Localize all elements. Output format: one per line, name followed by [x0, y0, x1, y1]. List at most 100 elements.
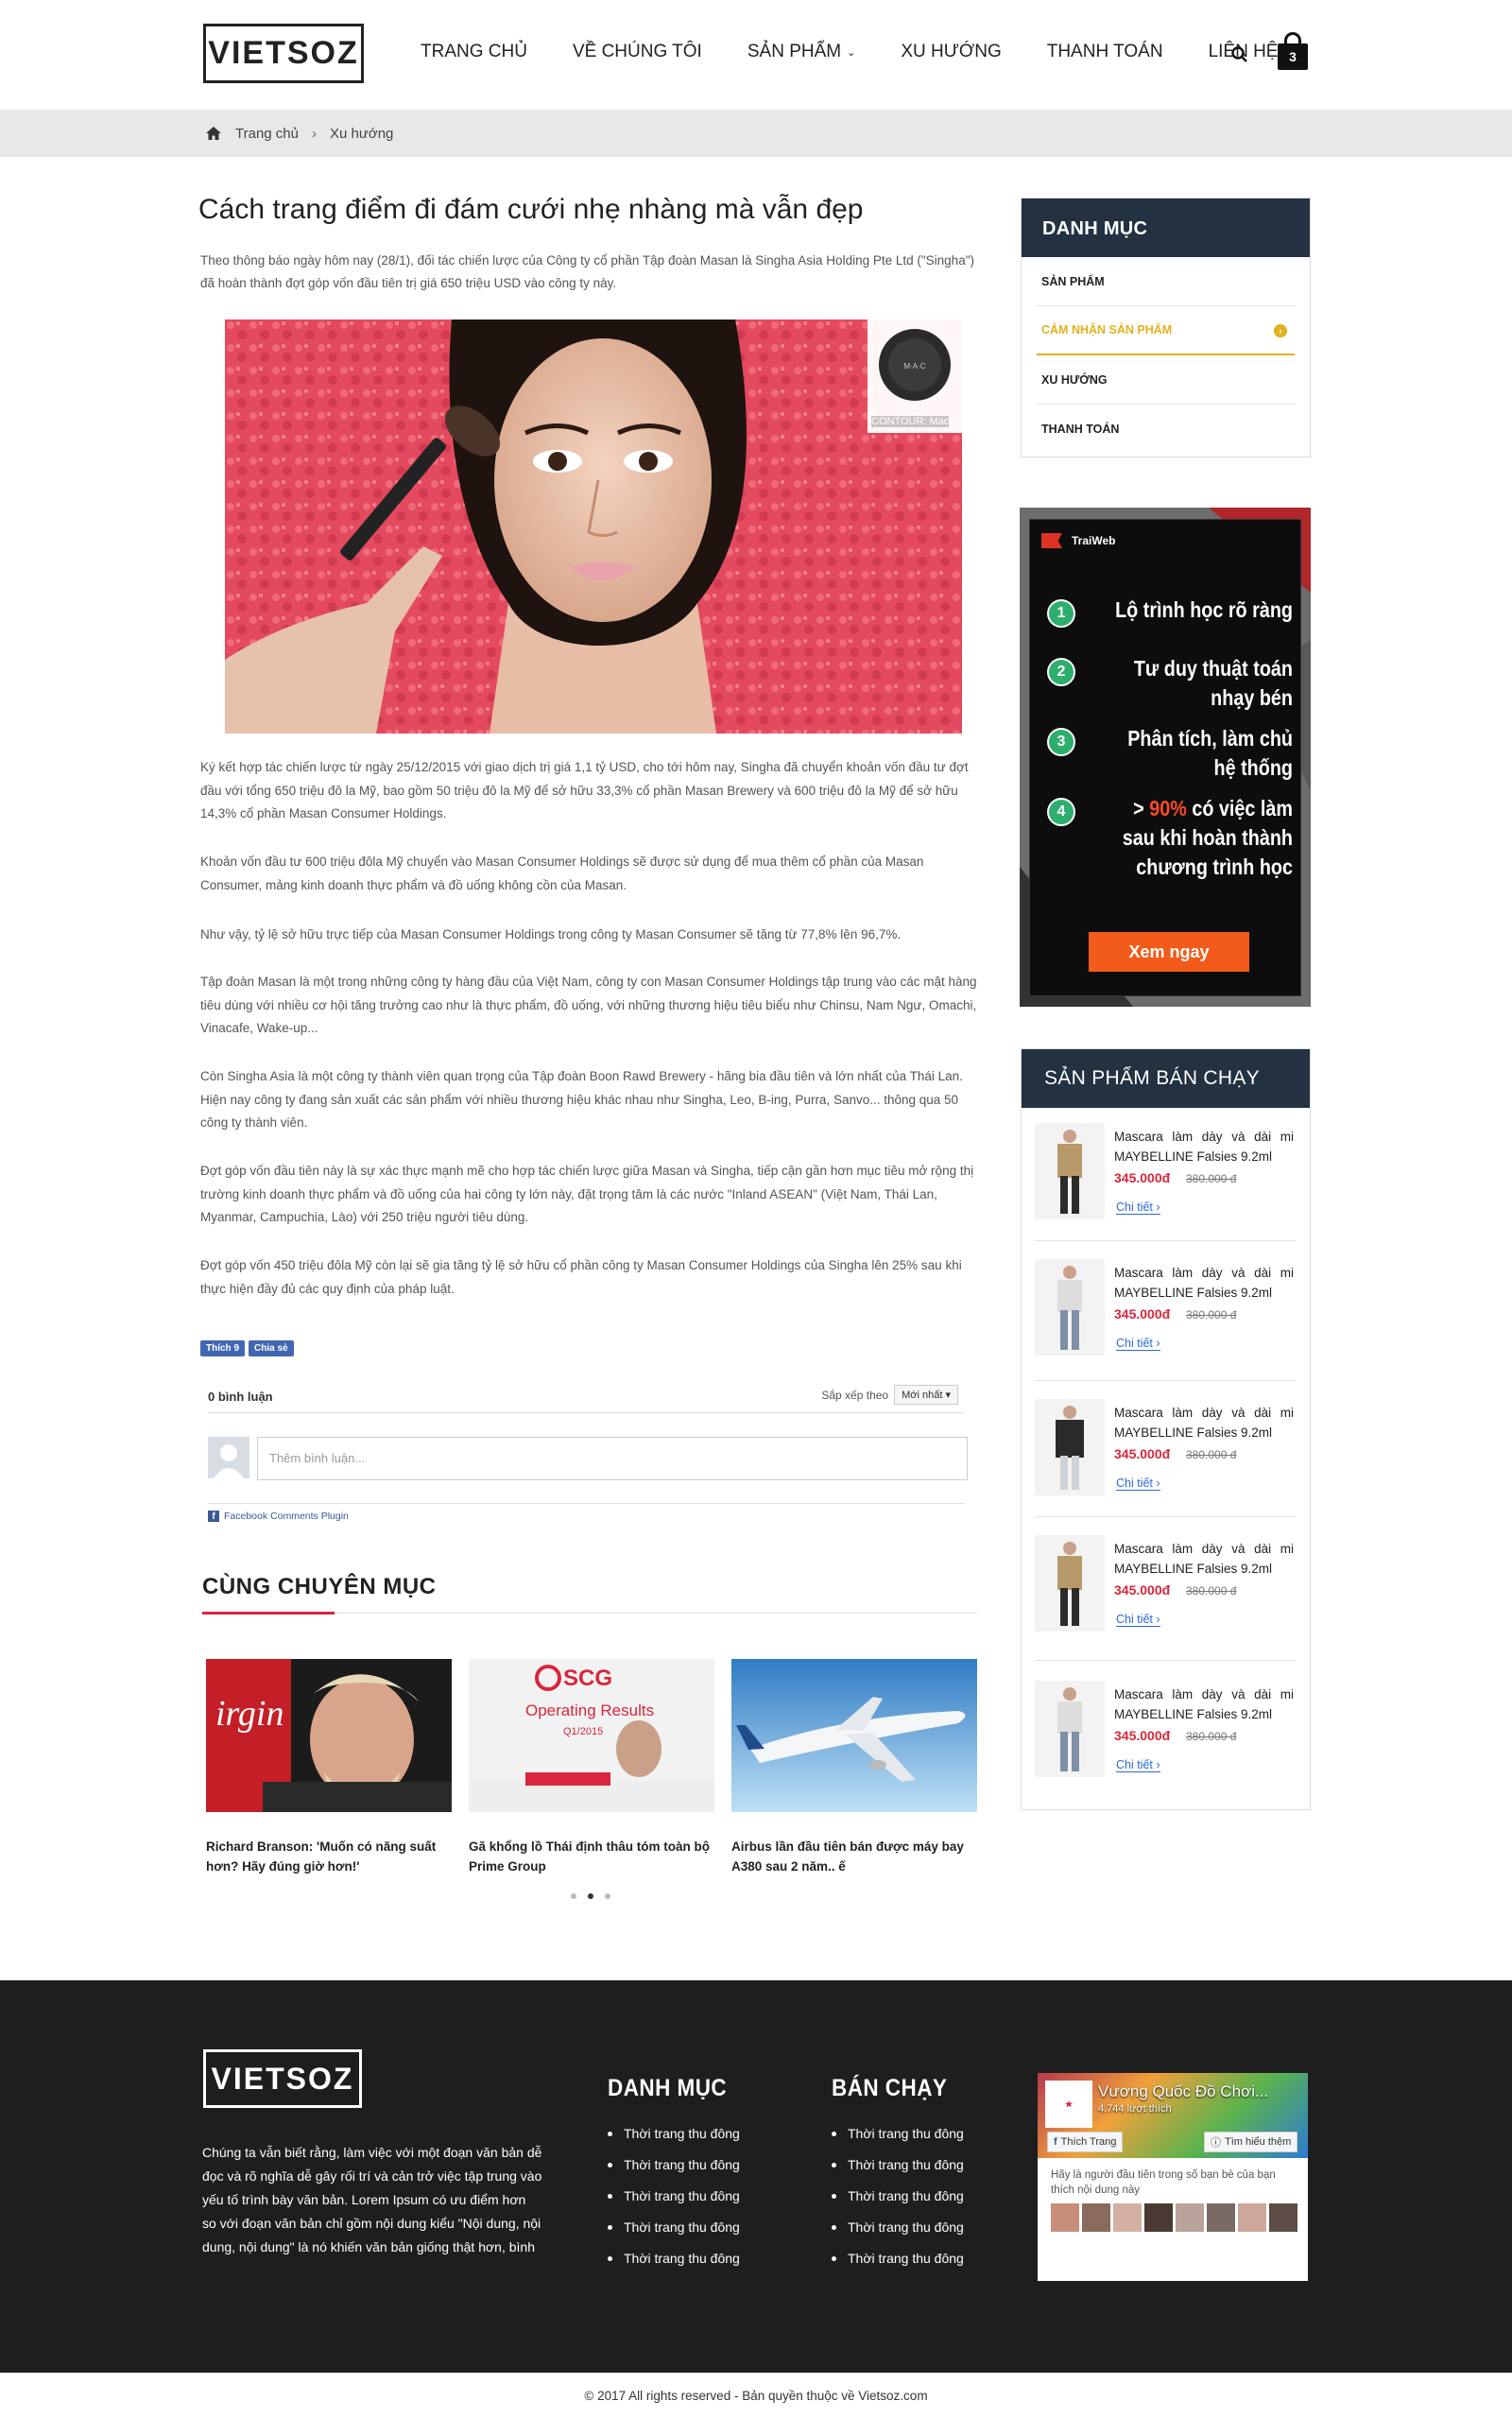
- product-name: Mascara làm dày và dài mi MAYBELLINE Fal…: [1114, 1130, 1294, 1164]
- related-card-image: SCG Operating Results Q1/2015: [469, 1659, 714, 1812]
- info-icon: ⓘ: [1211, 2137, 1221, 2149]
- product-detail-label: Chi tiết: [1116, 1477, 1153, 1490]
- ad-point-number: 4: [1047, 798, 1075, 826]
- ad-point-number: 2: [1047, 658, 1075, 686]
- ad-point-text: Lộ trình học rõ ràng: [1115, 597, 1293, 622]
- chevron-right-icon: ›: [1156, 1200, 1160, 1214]
- fb-page-name[interactable]: Vương Quốc Đồ Chơi...: [1098, 2082, 1268, 2101]
- related-card-title: Gã khổng lồ Thái định thâu tóm toàn bộ P…: [469, 1839, 710, 1874]
- carousel-dot[interactable]: [571, 1893, 576, 1899]
- site-logo[interactable]: VIETSOZ: [203, 24, 364, 83]
- fb-like-page-button[interactable]: f Thích Trang: [1047, 2132, 1124, 2152]
- facebook-icon: f: [1054, 2136, 1057, 2148]
- footer-link[interactable]: Thời trang thu đông: [832, 2188, 964, 2203]
- ad-cta-button[interactable]: Xem ngay: [1089, 932, 1249, 972]
- footer-link[interactable]: Thời trang thu đông: [832, 2157, 964, 2172]
- category-item-reviews[interactable]: CẢM NHẬN SẢN PHẨM ›: [1037, 306, 1295, 355]
- carousel-dot[interactable]: [605, 1893, 610, 1899]
- article-paragraph: Còn Singha Asia là một công ty thành viê…: [200, 1069, 963, 1130]
- footer-bestseller-column: BÁN CHẠY Thời trang thu đông Thời trang …: [832, 2075, 964, 2282]
- fb-like-button[interactable]: Thích 9: [200, 1340, 246, 1356]
- fb-learn-more-button[interactable]: ⓘ Tìm hiểu thêm: [1204, 2132, 1298, 2152]
- article-paragraph: Như vậy, tỷ lệ sở hữu trực tiếp của Masa…: [200, 927, 902, 941]
- footer-link[interactable]: Thời trang thu đông: [608, 2157, 740, 2172]
- carousel-dot-active[interactable]: [588, 1893, 593, 1899]
- fb-widget-text: Hãy là người đầu tiên trong số bạn bè củ…: [1051, 2169, 1276, 2196]
- fb-friend-faces: [1051, 2203, 1297, 2232]
- product-price: 345.000đ: [1114, 1306, 1171, 1321]
- footer-logo[interactable]: VIETSOZ: [203, 2049, 362, 2108]
- footer-link[interactable]: Thời trang thu đông: [608, 2219, 740, 2235]
- product-name: Mascara làm dày và dài mi MAYBELLINE Fal…: [1114, 1687, 1294, 1721]
- site-footer: VIETSOZ Chúng ta vẫn biết rằng, làm việc…: [0, 1980, 1512, 2373]
- copyright-text: © 2017 All rights reserved - Bản quyền t…: [584, 2388, 928, 2403]
- product-detail-link[interactable]: Chi tiết ›: [1116, 1613, 1160, 1627]
- category-widget-title: DANH MỤC: [1022, 199, 1310, 257]
- article-title: Cách trang điểm đi đám cưới nhẹ nhàng mà…: [198, 194, 864, 225]
- related-card-title: Richard Branson: 'Muốn có năng suất hơn?…: [206, 1839, 437, 1874]
- product-detail-label: Chi tiết: [1116, 1613, 1153, 1626]
- related-section-title: CÙNG CHUYÊN MỤC: [202, 1574, 437, 1599]
- product-detail-link[interactable]: Chi tiết ›: [1116, 1758, 1160, 1772]
- category-item-payment[interactable]: THANH TOÁN: [1037, 405, 1295, 454]
- footer-category-column: DANH MỤC Thời trang thu đông Thời trang …: [608, 2075, 740, 2282]
- footer-about-text: Chúng ta vẫn biết rằng, làm việc với một…: [202, 2145, 542, 2254]
- search-icon[interactable]: [1230, 45, 1249, 64]
- nav-item-payment[interactable]: THANH TOÁN: [1047, 42, 1163, 62]
- product-old-price: 380.000 đ: [1186, 1448, 1237, 1461]
- related-card[interactable]: SCG Operating Results Q1/2015 Gã khổng l…: [469, 1659, 714, 1876]
- product-image: [1035, 1681, 1105, 1777]
- category-item-trends[interactable]: XU HƯỚNG: [1037, 355, 1295, 405]
- divider: [1035, 1240, 1296, 1241]
- breadcrumb-current: Xu hướng: [329, 125, 394, 142]
- nav-label: XU HƯỚNG: [901, 42, 1002, 61]
- cart-count-badge: 3: [1278, 43, 1308, 70]
- ad-banner[interactable]: TraiWeb 1 Lộ trình học rõ ràng 2 Tư duy …: [1020, 508, 1311, 1007]
- cart-button[interactable]: 3: [1278, 32, 1308, 70]
- fb-learn-more-label: Tìm hiểu thêm: [1225, 2136, 1292, 2148]
- sort-select[interactable]: Mới nhất ▾: [894, 1385, 958, 1405]
- product-price: 345.000đ: [1114, 1728, 1171, 1743]
- footer-link[interactable]: Thời trang thu đông: [608, 2126, 740, 2141]
- category-label: THANH TOÁN: [1041, 423, 1120, 436]
- title-accent-bar: [202, 1612, 335, 1615]
- article-paragraph: Tập đoàn Masan là một trong những công t…: [200, 975, 977, 1035]
- avatar: [1176, 2203, 1204, 2232]
- breadcrumb-home-link[interactable]: Trang chủ: [235, 126, 299, 142]
- home-icon: [206, 127, 221, 140]
- product-detail-link[interactable]: Chi tiết ›: [1116, 1200, 1160, 1215]
- best-sellers-title: SẢN PHẨM BÁN CHẠY: [1022, 1049, 1310, 1108]
- main-nav: TRANG CHỦ VỀ CHÚNG TÔI SẢN PHẨM ⌄ XU HƯỚN…: [421, 42, 1323, 62]
- article-paragraph: Ký kết hợp tác chiến lược từ ngày 25/12/…: [200, 760, 969, 820]
- avatar: [208, 1437, 249, 1478]
- comments-plugin-link[interactable]: f Facebook Comments Plugin: [208, 1511, 349, 1522]
- category-item-products[interactable]: SẢN PHẨM: [1037, 257, 1295, 306]
- nav-item-trends[interactable]: XU HƯỚNG: [901, 42, 1001, 62]
- related-card[interactable]: irgin Richard Branson: 'Muốn có năng suấ…: [206, 1659, 452, 1876]
- product-detail-link[interactable]: Chi tiết ›: [1116, 1477, 1160, 1491]
- ad-point-text: Phân tích, làm chủ hệ thống: [1127, 726, 1293, 780]
- product-detail-link[interactable]: Chi tiết ›: [1116, 1337, 1160, 1351]
- nav-item-about[interactable]: VỀ CHÚNG TÔI: [573, 42, 702, 62]
- related-card-title: Airbus lần đầu tiên bán được máy bay A38…: [731, 1839, 964, 1874]
- best-sellers-widget: SẢN PHẨM BÁN CHẠY Mascara làm dày và dài…: [1021, 1048, 1311, 1810]
- comment-count: 0 bình luận: [208, 1390, 273, 1404]
- nav-item-home[interactable]: TRANG CHỦ: [421, 42, 527, 62]
- footer-link[interactable]: Thời trang thu đông: [608, 2188, 740, 2203]
- fb-share-button[interactable]: Chia sẻ: [249, 1340, 294, 1356]
- ad-point: 1 Lộ trình học rõ ràng: [1047, 596, 1293, 628]
- nav-item-products[interactable]: SẢN PHẨM ⌄: [747, 42, 855, 62]
- footer-link[interactable]: Thời trang thu đông: [832, 2251, 964, 2266]
- page: VIETSOZ TRANG CHỦ VỀ CHÚNG TÔI SẢN PHẨM ⌄…: [0, 0, 1512, 2418]
- svg-text:Operating Results: Operating Results: [525, 1701, 654, 1719]
- ad-brand: TraiWeb: [1041, 533, 1115, 548]
- footer-link[interactable]: Thời trang thu đông: [832, 2219, 964, 2235]
- comment-input[interactable]: Thêm bình luận...: [257, 1437, 968, 1480]
- chevron-right-icon: ›: [1156, 1613, 1160, 1626]
- footer-link[interactable]: Thời trang thu đông: [608, 2251, 740, 2266]
- footer-link[interactable]: Thời trang thu đông: [832, 2126, 964, 2141]
- flag-icon: [1041, 533, 1062, 548]
- related-card[interactable]: Airbus lần đầu tiên bán được máy bay A38…: [731, 1659, 977, 1876]
- product-old-price: 380.000 đ: [1186, 1584, 1237, 1598]
- footer-column-title: DANH MỤC: [608, 2075, 728, 2101]
